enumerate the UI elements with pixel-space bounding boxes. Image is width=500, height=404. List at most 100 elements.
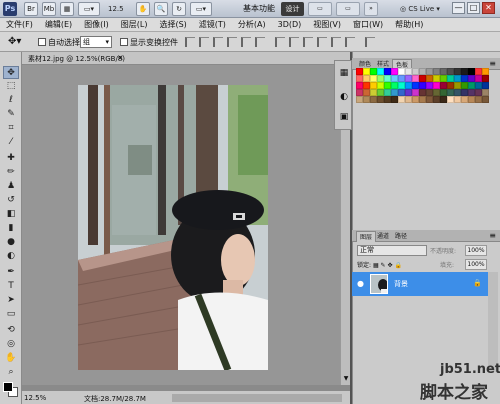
swatch[interactable]: [363, 96, 370, 103]
swatch[interactable]: [433, 89, 440, 96]
swatch[interactable]: [426, 82, 433, 89]
swatch[interactable]: [405, 68, 412, 75]
workspace-more[interactable]: »: [364, 2, 378, 16]
menu-select[interactable]: 选择(S): [153, 19, 192, 30]
type-tool-icon[interactable]: T: [3, 280, 19, 293]
swatch[interactable]: [475, 89, 482, 96]
align-right-icon[interactable]: [255, 37, 265, 47]
swatch[interactable]: [405, 96, 412, 103]
menu-3d[interactable]: 3D(D): [272, 20, 308, 29]
swatch[interactable]: [391, 75, 398, 82]
swatch[interactable]: [384, 68, 391, 75]
swatch[interactable]: [363, 82, 370, 89]
history-panel-icon[interactable]: ▦: [338, 67, 350, 79]
swatch[interactable]: [447, 75, 454, 82]
distribute-left-icon[interactable]: [317, 37, 327, 47]
align-bottom-icon[interactable]: [213, 37, 223, 47]
swatch[interactable]: [454, 89, 461, 96]
eraser-tool-icon[interactable]: ◧: [3, 208, 19, 221]
swatch[interactable]: [461, 89, 468, 96]
gradient-tool-icon[interactable]: ▮: [3, 222, 19, 235]
swatch[interactable]: [391, 96, 398, 103]
swatch[interactable]: [468, 89, 475, 96]
tab-layers[interactable]: 图层: [356, 231, 377, 242]
swatch[interactable]: [384, 89, 391, 96]
marquee-tool-icon[interactable]: ⬚: [3, 80, 19, 93]
status-zoom[interactable]: 12.5%: [24, 394, 46, 402]
swatch[interactable]: [468, 68, 475, 75]
swatch[interactable]: [419, 75, 426, 82]
pen-tool-icon[interactable]: ✒: [3, 266, 19, 279]
swatch[interactable]: [440, 75, 447, 82]
menu-filter[interactable]: 滤镜(T): [193, 19, 232, 30]
swatch[interactable]: [475, 75, 482, 82]
show-transform-checkbox[interactable]: [120, 38, 128, 46]
brush-panel-icon[interactable]: ◐: [338, 91, 350, 103]
layers-scrollbar[interactable]: [488, 272, 498, 372]
menu-file[interactable]: 文件(F): [0, 19, 39, 30]
eyedropper-tool-icon[interactable]: ⁄: [3, 136, 19, 149]
distribute-hcenter-icon[interactable]: [331, 37, 341, 47]
swatch[interactable]: [370, 68, 377, 75]
auto-select-dropdown[interactable]: 组: [80, 36, 112, 48]
swatch[interactable]: [447, 89, 454, 96]
menu-edit[interactable]: 编辑(E): [39, 19, 78, 30]
foreground-color-swatch[interactable]: [3, 382, 13, 392]
lasso-tool-icon[interactable]: ℓ: [3, 94, 19, 107]
cs-live-button[interactable]: ◎ CS Live ▾: [400, 2, 440, 16]
healing-brush-tool-icon[interactable]: ✚: [3, 152, 19, 165]
swatch[interactable]: [461, 96, 468, 103]
swatch[interactable]: [377, 96, 384, 103]
swatch[interactable]: [482, 89, 489, 96]
swatch[interactable]: [370, 96, 377, 103]
swatch[interactable]: [405, 82, 412, 89]
distribute-vcenter-icon[interactable]: [289, 37, 299, 47]
swatch[interactable]: [419, 82, 426, 89]
swatch[interactable]: [412, 89, 419, 96]
swatch[interactable]: [377, 89, 384, 96]
document-canvas-photo[interactable]: [78, 85, 268, 370]
lock-all-icon[interactable]: 🔒: [394, 262, 401, 269]
swatch[interactable]: [370, 75, 377, 82]
swatch[interactable]: [461, 75, 468, 82]
lock-position-icon[interactable]: ✥: [388, 262, 393, 269]
swatch[interactable]: [426, 75, 433, 82]
swatch[interactable]: [426, 68, 433, 75]
swatch[interactable]: [426, 89, 433, 96]
menu-layer[interactable]: 图层(L): [115, 19, 154, 30]
layer-row-background[interactable]: ● 背景 🔒: [352, 272, 488, 296]
screen-mode-button[interactable]: ▭▾: [190, 2, 212, 16]
path-select-tool-icon[interactable]: ➤: [3, 294, 19, 307]
swatch[interactable]: [398, 89, 405, 96]
swatch[interactable]: [384, 82, 391, 89]
menu-window[interactable]: 窗口(W): [347, 19, 389, 30]
swatch[interactable]: [468, 82, 475, 89]
align-vcenter-icon[interactable]: [199, 37, 209, 47]
swatch[interactable]: [391, 82, 398, 89]
distribute-top-icon[interactable]: [275, 37, 285, 47]
horizontal-scrollbar[interactable]: [172, 394, 342, 402]
swatch[interactable]: [412, 68, 419, 75]
zoom-tool-button[interactable]: 🔍: [154, 2, 168, 16]
swatch[interactable]: [412, 82, 419, 89]
lock-transparency-icon[interactable]: ▦: [373, 262, 379, 269]
swatch[interactable]: [454, 68, 461, 75]
clone-stamp-tool-icon[interactable]: ♟: [3, 180, 19, 193]
navigator-panel-icon[interactable]: ▣: [338, 111, 350, 123]
swatch[interactable]: [363, 75, 370, 82]
swatch[interactable]: [454, 82, 461, 89]
3d-orbit-tool-icon[interactable]: ◎: [3, 338, 19, 351]
swatch[interactable]: [356, 75, 363, 82]
minibridge-button[interactable]: Mb: [42, 2, 56, 16]
swatch[interactable]: [447, 82, 454, 89]
swatch[interactable]: [482, 68, 489, 75]
blend-mode-select[interactable]: 正常: [357, 245, 427, 256]
swatch[interactable]: [419, 96, 426, 103]
history-brush-tool-icon[interactable]: ↺: [3, 194, 19, 207]
rotate-view-button[interactable]: ↻: [172, 2, 186, 16]
align-hcenter-icon[interactable]: [241, 37, 251, 47]
menu-image[interactable]: 图像(I): [78, 19, 115, 30]
arrange-documents-button[interactable]: ▭▾: [78, 2, 100, 16]
swatch[interactable]: [356, 96, 363, 103]
swatch[interactable]: [398, 96, 405, 103]
